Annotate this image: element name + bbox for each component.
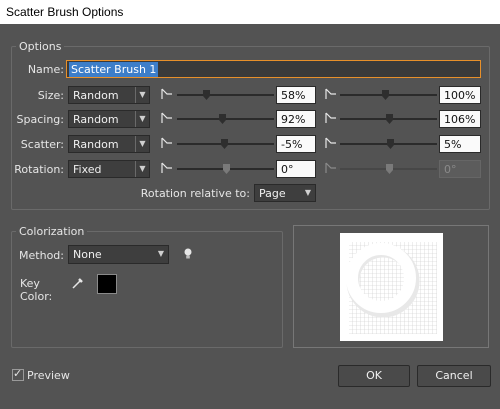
ok-button[interactable]: OK — [338, 365, 410, 387]
options-group-title: Options — [16, 40, 65, 53]
scatter-min-thumb[interactable] — [220, 139, 228, 149]
key-color-swatch[interactable] — [97, 274, 117, 294]
rotation-relative-label: Rotation relative to: — [140, 187, 250, 200]
spacing-max-thumb[interactable] — [385, 114, 393, 124]
name-label: Name: — [27, 63, 64, 76]
window-title: Scatter Brush Options — [0, 0, 500, 24]
key-color-label: Key Color: — [20, 277, 53, 303]
rotation-mode-value: Fixed — [73, 163, 102, 176]
method-select[interactable]: None ▼ — [68, 245, 169, 264]
size-mode-select[interactable]: Random ▼ — [68, 86, 150, 104]
rotation-relative-select[interactable]: Page ▼ — [254, 184, 316, 202]
size-min-thumb[interactable] — [203, 90, 211, 100]
min-slider-icon — [161, 137, 173, 149]
spacing-max-field[interactable]: 106% — [439, 110, 481, 128]
spacing-min-thumb[interactable] — [218, 114, 226, 124]
scatter-mode-value: Random — [73, 138, 119, 151]
lightbulb-icon[interactable] — [182, 247, 194, 261]
scatter-max-field[interactable]: 5% — [439, 135, 481, 153]
cancel-button[interactable]: Cancel — [417, 365, 491, 387]
rotation-mode-select[interactable]: Fixed ▼ — [68, 160, 150, 178]
max-slider-icon — [325, 162, 337, 174]
brush-preview — [293, 225, 489, 348]
name-input[interactable]: Scatter Brush 1 — [66, 60, 481, 78]
preview-label: Preview — [27, 369, 70, 382]
min-slider-icon — [161, 162, 173, 174]
max-slider-icon — [325, 137, 337, 149]
checkmark-icon: ✓ — [13, 367, 23, 380]
chevron-down-icon: ▼ — [135, 161, 149, 177]
size-mode-value: Random — [73, 89, 119, 102]
min-slider-icon — [161, 88, 173, 100]
scatter-mode-select[interactable]: Random ▼ — [68, 135, 150, 153]
size-min-field[interactable]: 58% — [276, 86, 316, 104]
preview-canvas — [340, 233, 443, 341]
size-max-field[interactable]: 100% — [439, 86, 481, 104]
spacing-label: Spacing: — [16, 113, 64, 126]
rotation-min-thumb[interactable] — [222, 164, 230, 174]
max-slider-icon — [325, 112, 337, 124]
chevron-down-icon: ▼ — [135, 111, 149, 127]
scatter-max-thumb[interactable] — [387, 139, 395, 149]
spacing-min-field[interactable]: 92% — [276, 110, 316, 128]
rotation-min-field[interactable]: 0° — [276, 160, 316, 178]
size-label: Size: — [37, 89, 64, 102]
size-max-thumb[interactable] — [381, 90, 389, 100]
rotation-relative-value: Page — [259, 187, 286, 200]
chevron-down-icon: ▼ — [135, 136, 149, 152]
preview-checkbox[interactable]: ✓ — [12, 367, 24, 381]
name-value: Scatter Brush 1 — [69, 62, 159, 77]
min-slider-icon — [161, 112, 173, 124]
size-min-track[interactable] — [177, 94, 274, 96]
scatter-label: Scatter: — [20, 138, 64, 151]
chevron-down-icon: ▼ — [135, 87, 149, 103]
chevron-down-icon: ▼ — [304, 188, 312, 197]
spacing-mode-value: Random — [73, 113, 119, 126]
method-value: None — [73, 248, 102, 261]
method-label: Method: — [19, 249, 64, 262]
rotation-max-thumb — [385, 164, 393, 174]
max-slider-icon — [325, 88, 337, 100]
spacing-mode-select[interactable]: Random ▼ — [68, 110, 150, 128]
colorization-group-title: Colorization — [16, 225, 88, 238]
rotation-max-field: 0° — [439, 160, 481, 178]
chevron-down-icon: ▼ — [157, 249, 165, 258]
eyedropper-icon[interactable] — [71, 276, 85, 290]
scatter-min-field[interactable]: -5% — [276, 135, 316, 153]
rotation-label: Rotation: — [14, 163, 64, 176]
